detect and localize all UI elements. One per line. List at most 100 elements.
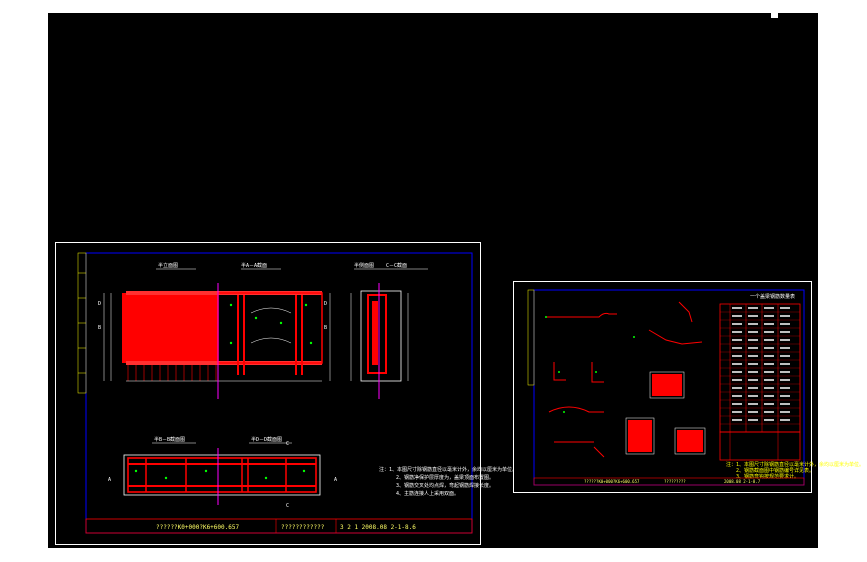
drawing-sheet-cap-beam-rebar[interactable]: 半立面图 半A－A截面 半侧面图 C－C截面 B D B D 半B－B截面图 半… <box>55 242 517 545</box>
table-cell-glyph <box>764 403 774 405</box>
table-cell-glyph <box>748 411 758 413</box>
table-cell-glyph <box>780 331 790 333</box>
section-dd-title: 半D－D截面图 <box>251 436 282 443</box>
table-cell-glyph <box>780 315 790 317</box>
table-cell-glyph <box>780 339 790 341</box>
svg-text:注：1、本图尺寸除钢筋直径以毫米计外，余均以厘米为单位。: 注：1、本图尺寸除钢筋直径以毫米计外，余均以厘米为单位。 <box>379 466 517 473</box>
table-cell-glyph <box>780 307 790 309</box>
section-bb-title: 半B－B截面图 <box>154 436 185 443</box>
corner-marker <box>771 12 778 18</box>
table-cell-glyph <box>732 403 742 405</box>
table-cell-glyph <box>748 307 758 309</box>
elevation-title: 半立面图 <box>158 262 178 269</box>
sheet2-notes: 注：1、本图尺寸除钢筋直径以毫米计外，余均以厘米为单位。 2、钢筋截面图中钢筋编… <box>726 461 864 480</box>
elevation-rebar-mesh <box>126 293 218 361</box>
table-cell-glyph <box>732 323 742 325</box>
sheet1-drawing: 半立面图 半A－A截面 半侧面图 C－C截面 B D B D 半B－B截面图 半… <box>77 252 517 534</box>
table-cell-glyph <box>764 339 774 341</box>
table-cell-glyph <box>748 395 758 397</box>
table-cell-glyph <box>764 315 774 317</box>
table-cell-glyph <box>764 419 774 421</box>
svg-text:2、钢筋截面图中钢筋编号详见表。: 2、钢筋截面图中钢筋编号详见表。 <box>736 467 814 474</box>
table-cell-glyph <box>732 411 742 413</box>
table-cell-glyph <box>764 411 774 413</box>
table-cell-glyph <box>764 371 774 373</box>
section-marker-b-left: B <box>98 325 101 331</box>
table-cell-glyph <box>748 379 758 381</box>
table-cell-glyph <box>780 323 790 325</box>
table-cell-glyph <box>732 387 742 389</box>
table-cell-glyph <box>732 339 742 341</box>
plan-section-outline <box>123 454 321 496</box>
table-cell-glyph <box>780 395 790 397</box>
table-cell-glyph <box>764 363 774 365</box>
table-cell-glyph <box>732 331 742 333</box>
table-cell-glyph <box>748 419 758 421</box>
rebar-table-title: 一个盖梁钢筋数量表 <box>750 293 795 300</box>
table-cell-glyph <box>764 307 774 309</box>
elevation-bottom-bars <box>127 365 217 381</box>
table-cell-glyph <box>780 363 790 365</box>
section-marker-c-bottom: C <box>286 503 289 509</box>
sheet2-project-name: ??????K0+000?K6+600.657 <box>584 479 640 484</box>
sheet2-drawing-name: ????????? <box>664 479 686 484</box>
table-cell-glyph <box>764 347 774 349</box>
table-cell-glyph <box>780 379 790 381</box>
svg-text:注：1、本图尺寸除钢筋直径以毫米计外，余均以厘米为单位。: 注：1、本图尺寸除钢筋直径以毫米计外，余均以厘米为单位。 <box>726 461 864 468</box>
section-marker-d-left: D <box>98 301 101 307</box>
mesh-block-1 <box>652 374 682 396</box>
table-cell-glyph <box>764 331 774 333</box>
table-cell-glyph <box>748 371 758 373</box>
table-cell-glyph <box>748 363 758 365</box>
table-cell-glyph <box>748 339 758 341</box>
sheet1-sheet-number: 3 2 1 2008.08 2-1-8.6 <box>340 524 416 531</box>
section-marker-c-top: C <box>286 441 289 447</box>
table-cell-glyph <box>780 387 790 389</box>
sheet1-drawing-name: ???????????? <box>281 524 325 531</box>
table-cell-glyph <box>732 371 742 373</box>
table-cell-glyph <box>732 379 742 381</box>
sheet2-sheet-number: 2008.08 2-1-8.7 <box>724 479 761 484</box>
section-marker-d-right: D <box>324 301 327 307</box>
table-cell-glyph <box>780 411 790 413</box>
table-cell-glyph <box>780 355 790 357</box>
table-cell-glyph <box>748 355 758 357</box>
table-cell-glyph <box>732 395 742 397</box>
mesh-block-2 <box>628 420 652 452</box>
table-cell-glyph <box>748 323 758 325</box>
table-cell-glyph <box>764 323 774 325</box>
section-cc-title: C－C截面 <box>386 262 407 269</box>
table-cell-glyph <box>780 347 790 349</box>
table-cell-glyph <box>748 387 758 389</box>
table-cell-glyph <box>780 403 790 405</box>
table-cell-glyph <box>748 403 758 405</box>
section-marker-a-left: A <box>108 477 111 483</box>
table-cell-glyph <box>748 347 758 349</box>
table-cell-glyph <box>732 419 742 421</box>
rebar-quantity-table <box>719 303 801 461</box>
side-view-title: 半侧面图 <box>354 262 374 269</box>
table-cell-glyph <box>732 307 742 309</box>
mesh-block-3 <box>677 430 703 452</box>
svg-text:3、钢筋交叉处均点焊，弯起钢筋焊接长度。: 3、钢筋交叉处均点焊，弯起钢筋焊接长度。 <box>396 482 494 489</box>
table-cell-glyph <box>732 355 742 357</box>
table-cell-glyph <box>764 387 774 389</box>
svg-text:2、钢筋净保护层厚度为，盖梁顶面布置图。: 2、钢筋净保护层厚度为，盖梁顶面布置图。 <box>396 474 494 481</box>
table-cell-glyph <box>732 315 742 317</box>
table-cell-glyph <box>780 371 790 373</box>
section-marker-a-right: A <box>334 477 337 483</box>
section-marker-b-right: B <box>324 325 327 331</box>
table-cell-glyph <box>764 355 774 357</box>
svg-text:4、主筋连接人上采用双面。: 4、主筋连接人上采用双面。 <box>396 490 459 497</box>
sheet1-project-name: ??????K0+000?K6+600.657 <box>156 524 239 531</box>
drawing-sheet-rebar-details[interactable]: 一个盖梁钢筋数量表 注：1、本图尺寸除钢筋直径以毫米计外，余均以厘米为单位。 2… <box>513 281 864 493</box>
table-cell-glyph <box>732 347 742 349</box>
table-cell-glyph <box>748 331 758 333</box>
section-aa-outline <box>217 292 323 364</box>
table-cell-glyph <box>764 395 774 397</box>
table-cell-glyph <box>732 363 742 365</box>
table-cell-glyph <box>780 419 790 421</box>
section-aa-title: 半A－A截面 <box>241 262 267 269</box>
table-cell-glyph <box>748 315 758 317</box>
sheet2-drawing: 一个盖梁钢筋数量表 注：1、本图尺寸除钢筋直径以毫米计外，余均以厘米为单位。 2… <box>527 289 864 486</box>
